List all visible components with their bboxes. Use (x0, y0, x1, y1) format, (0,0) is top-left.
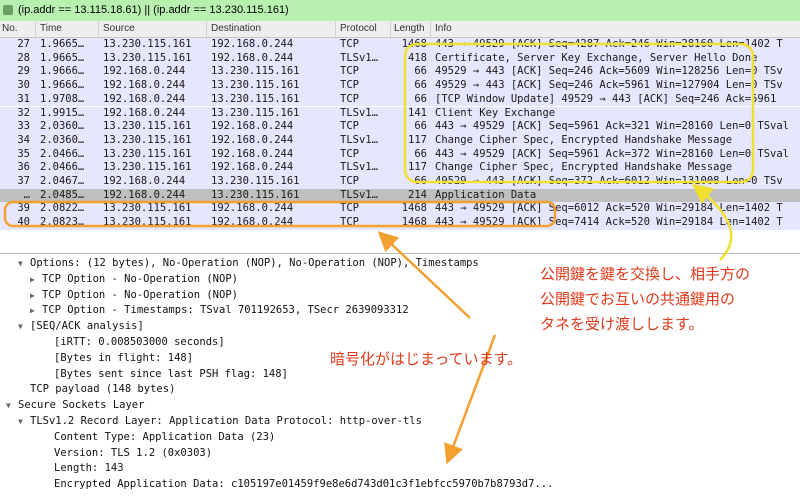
application-data-highlight-box (3, 200, 557, 228)
encryption-arrow-up (377, 231, 471, 319)
key-exchange-annotation: 公開鍵を鍵を交換し、相手方の 公開鍵でお互いの共通鍵用の タネを受け渡しします。 (540, 265, 751, 333)
key-exchange-arrow (692, 183, 733, 261)
key-exchange-highlight-box (403, 42, 755, 184)
encryption-annotation: 暗号化がはじまっています。 (330, 350, 523, 368)
annotation-overlay (3, 42, 755, 465)
